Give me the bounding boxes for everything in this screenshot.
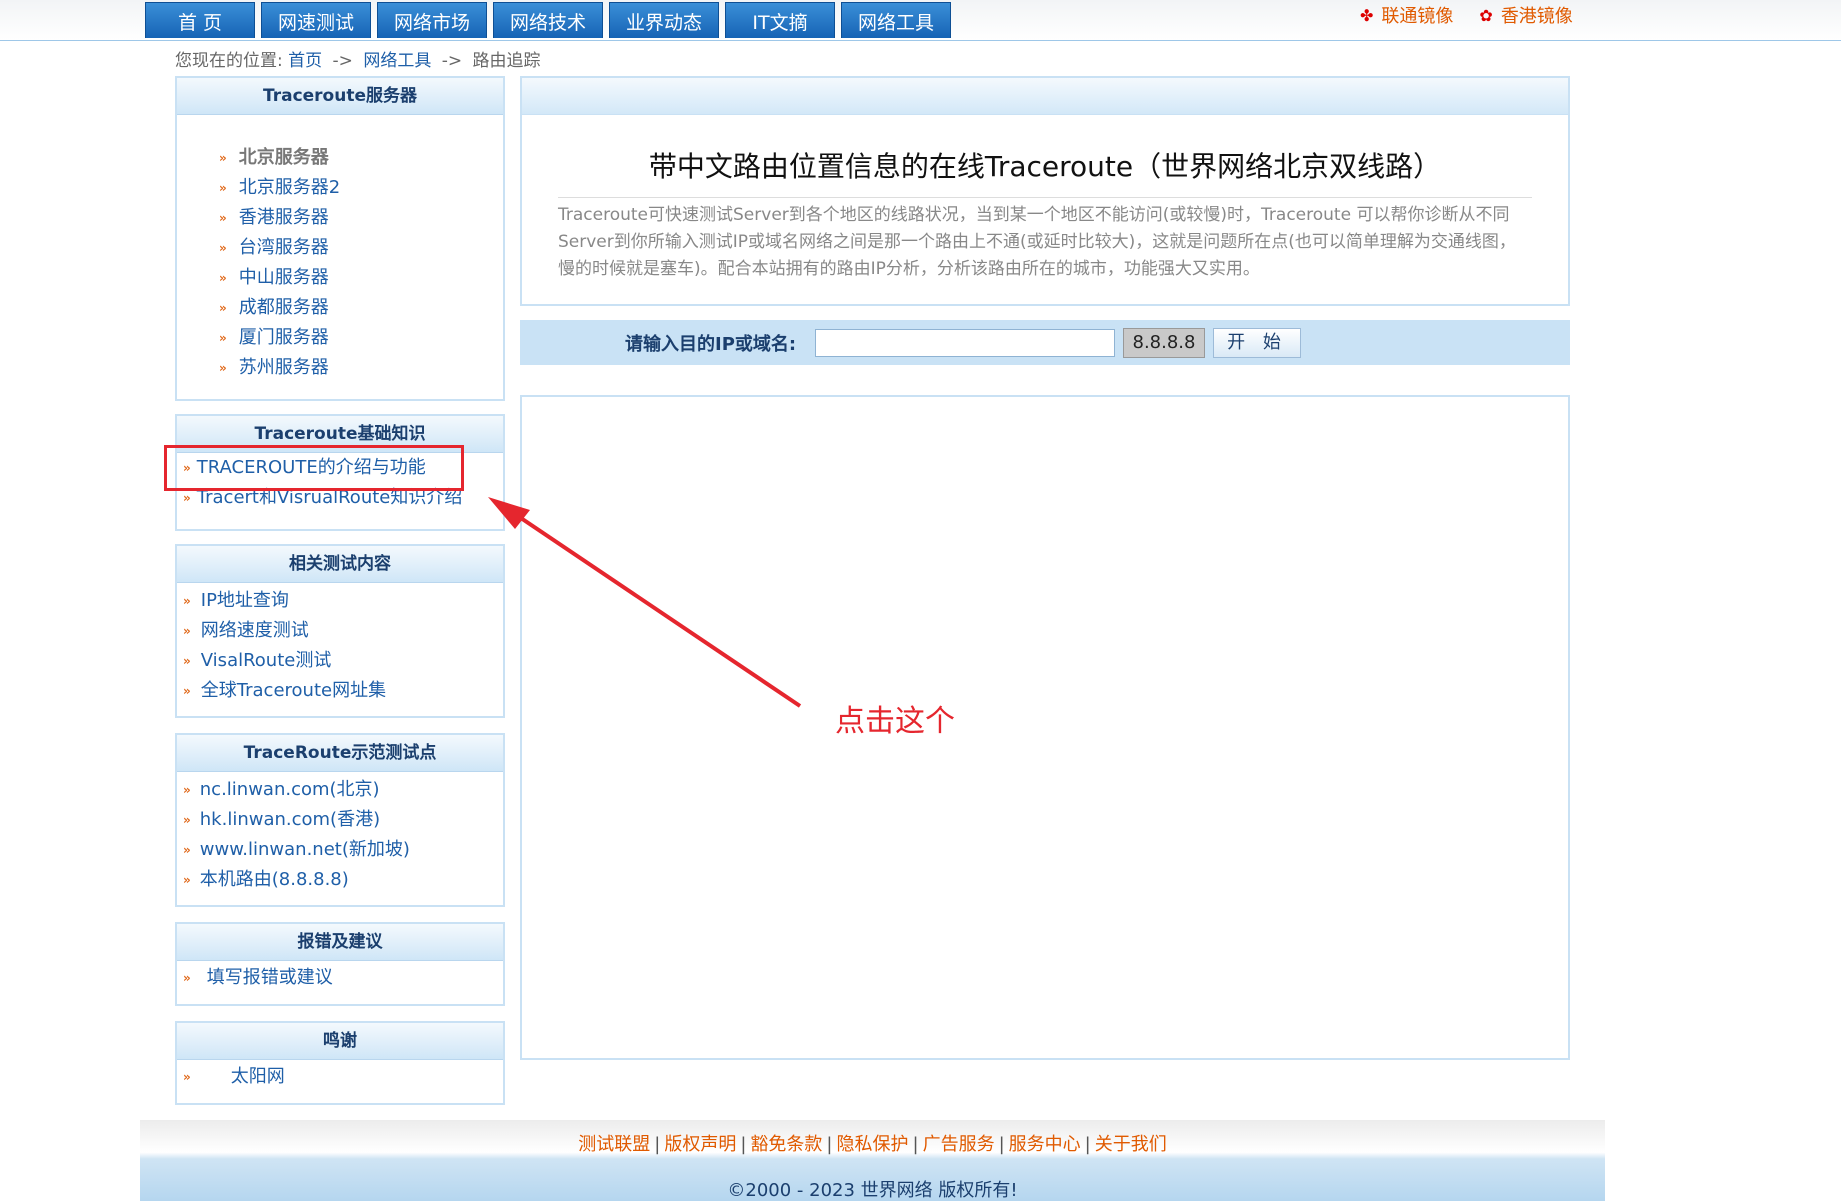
annotation-label: 点击这个 [835, 704, 955, 739]
annotation-arrow [488, 497, 802, 708]
